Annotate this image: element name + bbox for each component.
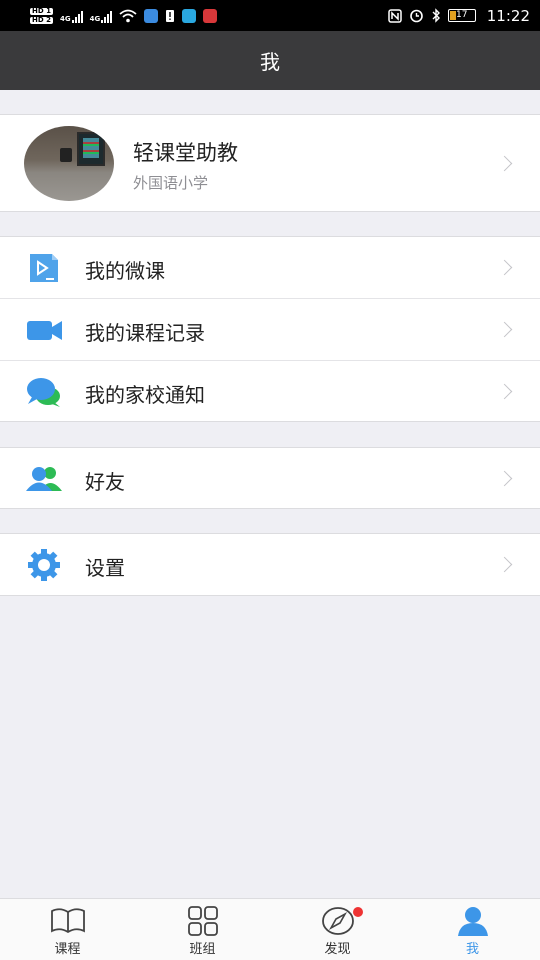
home-school-label: 我的家校通知 [85,383,205,407]
sim-indicators: HD 1 HD 2 [30,6,53,24]
chevron-right-icon [496,321,513,338]
alarm-icon [409,9,423,23]
status-bar: HD 1 HD 2 4G 4G 17 11:22 [0,0,540,31]
grid-icon [187,906,218,936]
menu-item-micro-lessons[interactable]: 我的微课 [0,237,540,299]
battery-icon: 17 [447,9,476,22]
gear-icon [28,549,60,581]
menu-item-course-records[interactable]: 我的课程记录 [0,299,540,361]
video-file-icon [30,254,58,282]
course-records-label: 我的课程记录 [85,321,205,345]
menu-group-settings: 设置 [0,533,540,596]
menu-group-friends: 好友 [0,447,540,509]
profile-school: 外国语小学 [133,174,209,192]
tab-groups-label: 班组 [189,942,216,957]
menu-item-home-school-notice[interactable]: 我的家校通知 [0,361,540,423]
friends-icon [26,467,62,491]
title-bar: 我 [0,31,540,90]
nfc-icon [388,8,402,23]
search-app-icon [182,8,197,23]
book-icon [50,908,85,934]
menu-group-lessons: 我的微课 我的课程记录 我的家校通知 [0,236,540,422]
chevron-right-icon [496,470,513,487]
notification-badge [353,907,363,917]
battery-level: 17 [456,10,468,20]
tab-groups[interactable]: 班组 [135,899,270,960]
micro-lessons-label: 我的微课 [85,259,165,283]
avatar[interactable] [24,126,114,201]
menu-item-settings[interactable]: 设置 [0,534,540,596]
profile-card[interactable]: 轻课堂助教 外国语小学 [0,114,540,212]
bluetooth-icon [432,8,440,23]
tab-me-label: 我 [465,942,479,957]
video-camera-icon [27,321,62,340]
chevron-right-icon [496,155,513,172]
chevron-right-icon [496,383,513,400]
sim2-label: HD 2 [30,15,53,24]
alert-icon [166,9,175,22]
sim1-label: HD 1 [30,6,53,15]
tab-discover[interactable]: 发现 [270,899,405,960]
wifi-icon [119,9,137,22]
bank-app-icon [203,8,218,23]
chevron-right-icon [496,259,513,276]
person-icon [457,907,488,936]
menu-item-friends[interactable]: 好友 [0,448,540,510]
signal-2-icon: 4G [90,9,113,23]
tab-courses-label: 课程 [54,942,81,957]
bottom-nav: 课程 班组 发现 我 [0,898,540,960]
tab-discover-label: 发现 [324,942,351,957]
clock: 11:22 [486,6,530,25]
friends-label: 好友 [85,470,125,494]
compass-icon [321,907,354,935]
shield-app-icon [144,8,159,23]
chevron-right-icon [496,556,513,573]
settings-label: 设置 [85,556,125,580]
page-title: 我 [260,50,280,74]
signal-1-icon: 4G [60,9,83,23]
profile-name: 轻课堂助教 [133,141,238,165]
tab-courses[interactable]: 课程 [0,899,135,960]
tab-me[interactable]: 我 [405,899,540,960]
chat-bubbles-icon [27,378,60,407]
